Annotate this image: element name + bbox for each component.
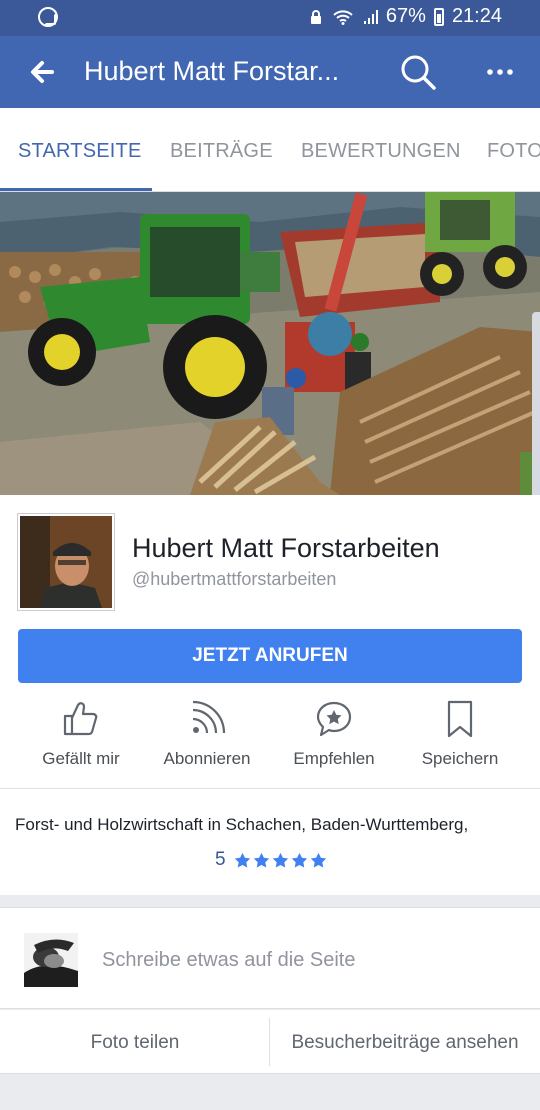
- page-actions: Gefällt mir Abonnieren Empfehlen Speiche…: [0, 699, 540, 787]
- rating-value: 5: [215, 849, 226, 870]
- profile-section: Hubert Matt Forstarbeiten @hubertmattfor…: [0, 495, 540, 788]
- subscribe-label: Abonnieren: [163, 749, 251, 768]
- star-icon: [310, 852, 326, 867]
- profile-picture[interactable]: [18, 514, 114, 610]
- tab-startseite[interactable]: STARTSEITE: [18, 140, 142, 163]
- signal-icon: [363, 9, 378, 24]
- rating[interactable]: 5: [215, 849, 327, 871]
- save-button[interactable]: Speichern: [390, 699, 530, 769]
- tab-beitraege[interactable]: BEITRÄGE: [170, 140, 273, 163]
- like-icon: [63, 702, 98, 736]
- page-tabs: STARTSEITE BEITRÄGE BEWERTUNGEN FOTOS: [0, 108, 540, 192]
- star-icon: [291, 852, 307, 867]
- tab-fotos[interactable]: FOTOS: [487, 140, 540, 163]
- recommend-button[interactable]: Empfehlen: [264, 699, 404, 769]
- subscribe-icon: [192, 700, 226, 734]
- visitor-posts-button[interactable]: Besucherbeiträge ansehen: [270, 1032, 540, 1054]
- tab-bewertungen[interactable]: BEWERTUNGEN: [301, 140, 461, 163]
- user-avatar: [24, 933, 78, 987]
- call-now-button[interactable]: JETZT ANRUFEN: [18, 629, 522, 683]
- cover-photo-illustration: [0, 192, 540, 495]
- whatsapp-icon: [38, 7, 58, 27]
- like-label: Gefällt mir: [42, 749, 120, 768]
- star-icon: [234, 852, 250, 867]
- page-name: Hubert Matt Forstarbeiten: [132, 533, 440, 563]
- about-section: Forst- und Holzwirtschaft in Schachen, B…: [0, 789, 540, 895]
- more-icon[interactable]: [484, 58, 516, 86]
- profile-picture-illustration: [20, 516, 112, 608]
- lock-icon: [310, 9, 321, 24]
- page-title: Hubert Matt Forstar...: [84, 56, 340, 86]
- app-bar: Hubert Matt Forstar...: [0, 36, 540, 108]
- page-handle: @hubertmattforstarbeiten: [132, 569, 337, 589]
- wifi-icon: [333, 9, 353, 25]
- status-icons: 67% 21:24: [308, 5, 502, 28]
- share-photo-button[interactable]: Foto teilen: [0, 1032, 270, 1054]
- search-icon[interactable]: [398, 52, 438, 92]
- subscribe-button[interactable]: Abonnieren: [137, 699, 277, 769]
- page-description: Forst- und Holzwirtschaft in Schachen, B…: [15, 815, 469, 834]
- save-label: Speichern: [421, 749, 499, 768]
- clock: 21:24: [451, 5, 502, 27]
- recommend-label: Empfehlen: [293, 749, 375, 768]
- bookmark-icon: [447, 700, 473, 738]
- back-arrow-icon[interactable]: [26, 56, 58, 88]
- status-bar: 67% 21:24: [0, 0, 540, 36]
- like-button[interactable]: Gefällt mir: [11, 699, 151, 769]
- recommend-icon: [316, 701, 352, 737]
- cover-photo[interactable]: [0, 192, 540, 495]
- bottom-actions: Foto teilen Besucherbeiträge ansehen: [0, 1010, 540, 1074]
- star-icon: [272, 852, 288, 867]
- user-avatar-illustration: [24, 933, 78, 987]
- post-input-placeholder[interactable]: Schreibe etwas auf die Seite: [102, 949, 356, 972]
- battery-percent: 67%: [385, 5, 426, 27]
- battery-icon: [433, 7, 444, 26]
- post-composer[interactable]: Schreibe etwas auf die Seite: [0, 907, 540, 1009]
- star-icon: [253, 852, 269, 867]
- rating-stars: [234, 852, 327, 869]
